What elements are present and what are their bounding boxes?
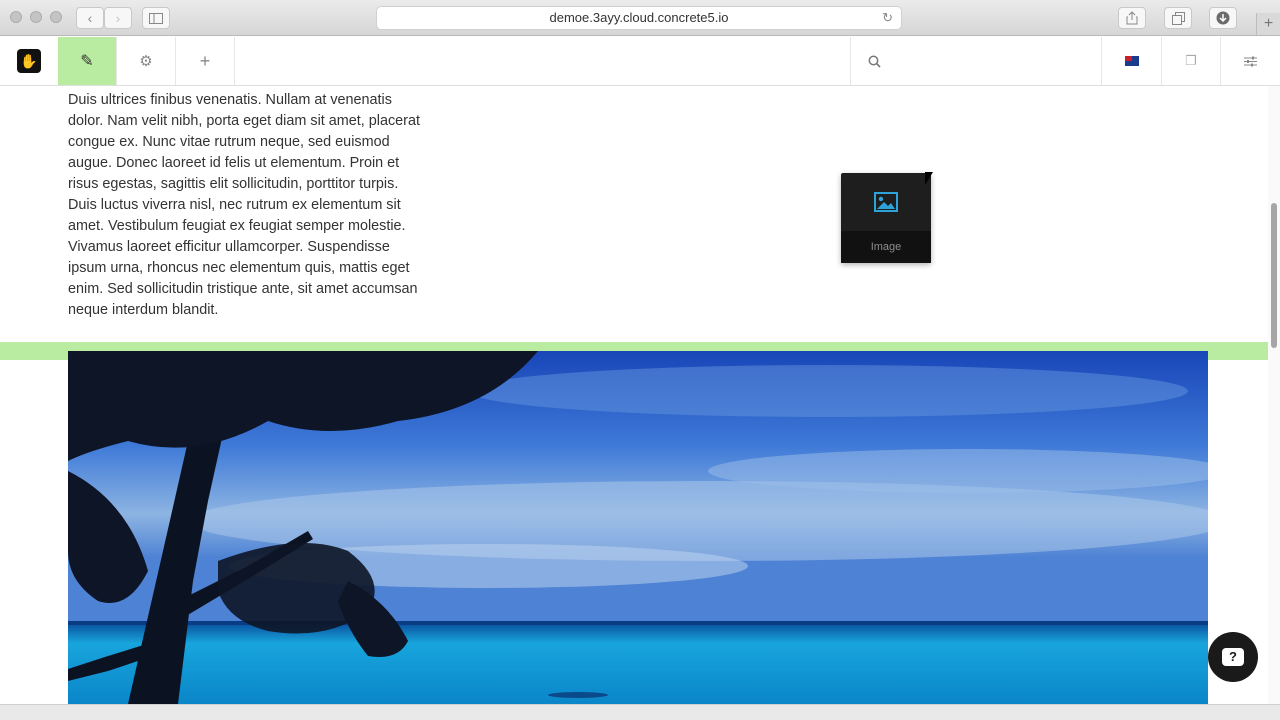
dashboard-button[interactable] [1220,37,1280,85]
tabs-icon [1171,12,1185,25]
image-icon [874,192,898,212]
mouse-cursor [925,172,933,185]
address-bar[interactable]: demoe.3ayy.cloud.concrete5.io ↻ [376,6,902,30]
share-button[interactable] [1118,7,1146,29]
download-icon [1216,11,1230,25]
sidebar-button[interactable] [142,7,170,29]
help-icon: ? [1222,648,1244,666]
beach-scene-image [68,351,1208,704]
help-button[interactable]: ? [1208,632,1258,682]
add-content-button[interactable]: + [176,37,235,85]
back-button[interactable]: ‹ [76,7,104,29]
cms-toolbar: ✋ ✎ ⚙ + ❐ [0,37,1280,86]
forward-button[interactable]: › [104,7,132,29]
new-tab-button[interactable]: + [1256,13,1280,35]
close-window-button[interactable] [10,11,22,23]
hero-image [68,351,1208,704]
browser-status-bar [0,704,1280,720]
pencil-icon: ✎ [80,53,94,70]
url-text: demoe.3ayy.cloud.concrete5.io [549,10,729,25]
sliders-icon [1244,56,1257,66]
sidebar-icon [149,13,163,24]
plus-icon: + [1263,15,1274,32]
image-block-drag[interactable]: Image [841,173,931,263]
concrete5-logo-button[interactable]: ✋ [0,37,58,85]
downloads-button[interactable] [1209,7,1237,29]
tab-overview-button[interactable] [1164,7,1192,29]
edit-mode-button[interactable]: ✎ [58,37,117,85]
gear-icon: ⚙ [139,53,153,70]
minimize-window-button[interactable] [30,11,42,23]
sitemap-button[interactable]: ❐ [1161,37,1220,85]
block-type-label: Image [841,231,931,263]
vertical-scrollbar[interactable] [1268,86,1280,704]
page-content: Duis ultrices finibus venenatis. Nullam … [0,86,1280,704]
scrollbar-thumb[interactable] [1271,203,1277,348]
forward-icon: › [115,10,121,26]
content-paragraph: Duis ultrices finibus venenatis. Nullam … [68,92,420,318]
zoom-window-button[interactable] [50,11,62,23]
pages-icon: ❐ [1185,53,1197,68]
australia-flag-icon [1124,56,1139,66]
reload-icon[interactable]: ↻ [882,7,893,29]
language-button[interactable] [1101,37,1161,85]
search-button[interactable] [850,37,1101,85]
plus-icon: + [199,50,211,71]
browser-toolbar: ‹ › demoe.3ayy.cloud.concrete5.io ↻ + [0,0,1280,36]
back-icon: ‹ [87,10,93,26]
share-icon [1126,11,1138,25]
page-settings-button[interactable]: ⚙ [117,37,176,85]
concrete5-logo-icon: ✋ [17,49,41,73]
search-icon [868,55,881,68]
